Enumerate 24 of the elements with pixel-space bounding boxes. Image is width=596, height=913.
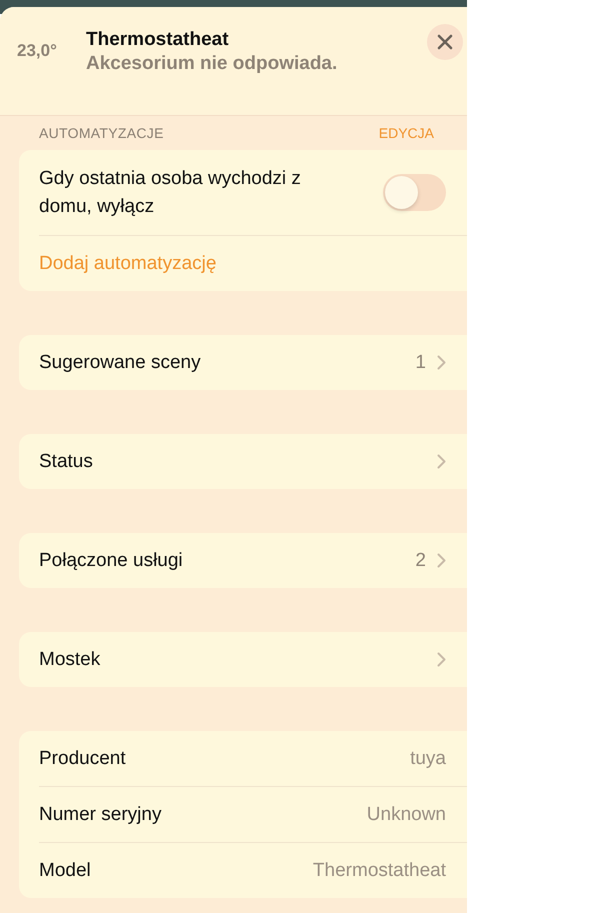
accessory-title: Thermostatheat [86,29,230,51]
row-label[interactable]: Mostek [39,648,100,670]
row-label[interactable]: Sugerowane sceny [39,352,201,374]
chevron-icon [437,454,446,469]
chevron-icon [437,355,446,370]
count-label: 2 [415,550,426,572]
info-label: Producent [39,748,126,770]
toggle-switch[interactable] [383,174,446,211]
temperature-reading: 23,0° [17,41,58,61]
info-value: tuya [410,748,446,770]
info-label: Numer seryjny [39,804,162,826]
chevron-icon [437,553,446,568]
close-icon [437,34,453,50]
info-label: Model [39,860,91,882]
info-value: Unknown [366,804,446,826]
row-label[interactable]: Status [39,450,93,472]
chevron-icon [437,652,446,667]
accessory-status: Akcesorium nie odpowiada. [86,53,338,75]
close-button[interactable] [427,24,463,60]
info-value: Thermostatheat [312,860,446,882]
section-title: AUTOMATYZACJE [39,125,164,141]
row-label[interactable]: Połączone usługi [39,550,183,572]
count-label: 1 [415,352,426,374]
automation-label: Gdy ostatnia osoba wychodzi z domu, wyłącz [39,166,302,218]
